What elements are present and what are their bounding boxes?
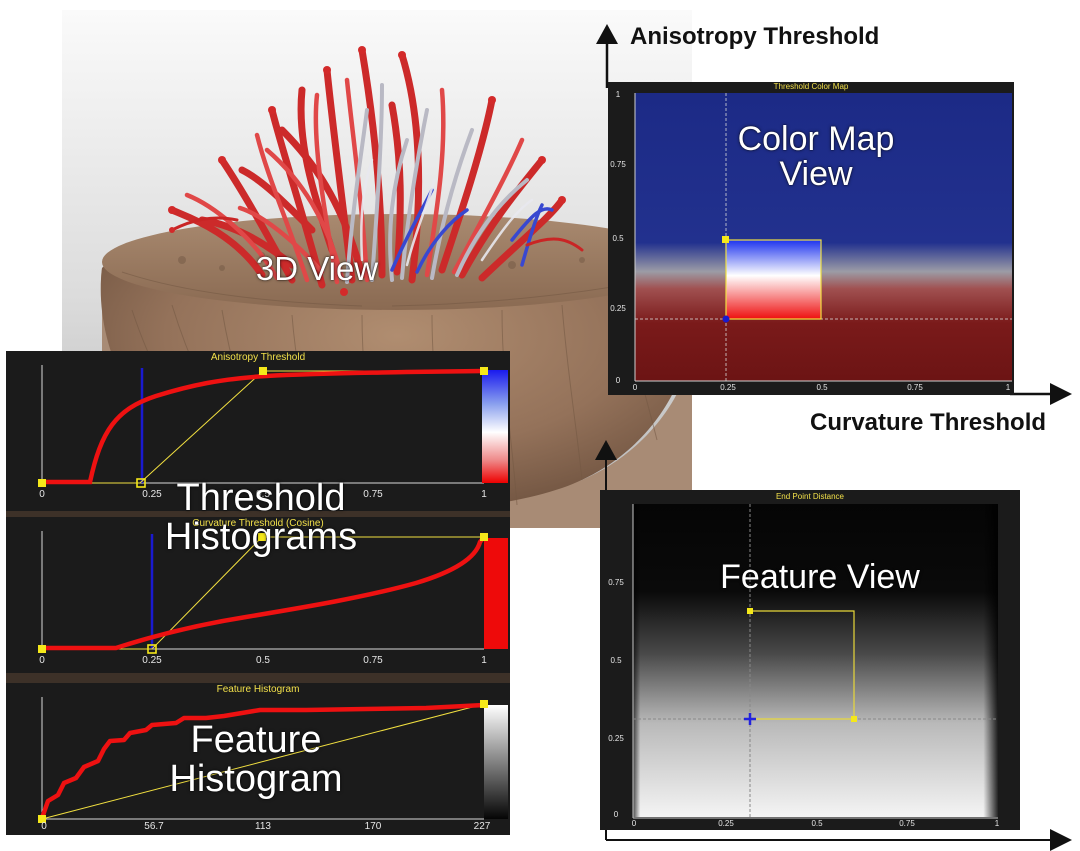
feature-view-canvas[interactable] — [600, 490, 1020, 830]
color-map-label-line1: Color Map — [737, 120, 895, 158]
cm-ytick-025: 0.25 — [610, 304, 626, 313]
cm-xtick-1: 1 — [1005, 383, 1011, 392]
ch-xtick-0: 0 — [39, 655, 45, 666]
fv-ytick-025: 0.25 — [608, 734, 624, 743]
anisotropy-handle-right[interactable] — [480, 367, 488, 375]
color-map-handle-top[interactable] — [722, 236, 729, 243]
fv-ytick-075: 0.75 — [608, 578, 624, 587]
curvature-handle-left[interactable] — [38, 645, 46, 653]
ah-xtick-1: 1 — [481, 489, 487, 500]
threshold-label-line2: Histograms — [164, 515, 358, 558]
anisotropy-handle-left[interactable] — [38, 479, 46, 487]
3d-view-label: 3D View — [255, 250, 379, 287]
fh-xtick-113: 113 — [255, 821, 271, 832]
cm-ytick-05: 0.5 — [612, 234, 624, 243]
fh-xtick-0: 0 — [41, 821, 47, 832]
fv-xtick-025: 0.25 — [718, 819, 734, 828]
right-arrow-icon — [1050, 383, 1072, 405]
fh-xtick-567: 56.7 — [144, 821, 164, 832]
cm-ytick-1: 1 — [615, 90, 621, 99]
histogram-stack: Anisotropy Threshold 0 0.25 0.5 0.75 1 C… — [6, 351, 510, 835]
feature-histogram-label-line1: Feature — [190, 719, 322, 761]
fv-ytick-0: 0 — [613, 810, 619, 819]
cm-xtick-075: 0.75 — [907, 383, 923, 392]
color-map-view-label: Color Map View — [706, 122, 926, 191]
ch-xtick-075: 0.75 — [363, 655, 383, 666]
cm-xtick-0: 0 — [632, 383, 638, 392]
feature-view-label: Feature View — [720, 558, 920, 596]
color-map-label-line2: View — [779, 154, 853, 193]
curvature-handle-right[interactable] — [480, 533, 488, 541]
threshold-label-line1: Threshold — [176, 477, 346, 519]
feature-view-handle-right[interactable] — [851, 716, 857, 722]
ch-xtick-025: 0.25 — [142, 655, 162, 666]
ch-xtick-05: 0.5 — [256, 655, 270, 666]
feature-histogram-label: Feature Histogram — [136, 721, 376, 799]
fv-xtick-05: 0.5 — [811, 819, 823, 828]
threshold-histograms-label: Threshold Histograms — [136, 479, 386, 557]
cm-ytick-0: 0 — [615, 376, 621, 385]
feature-histogram[interactable]: Feature Histogram 0 56.7 113 170 227 Fea… — [6, 683, 510, 835]
ch-xtick-1: 1 — [481, 655, 487, 666]
fh-xtick-227: 227 — [473, 821, 491, 832]
fv-ytick-05: 0.5 — [610, 656, 622, 665]
fv-xtick-075: 0.75 — [899, 819, 915, 828]
feature-handle-right[interactable] — [480, 700, 488, 708]
feature-view-handle-top[interactable] — [747, 608, 753, 614]
cm-ytick-075: 0.75 — [610, 160, 626, 169]
fv-xtick-0: 0 — [631, 819, 637, 828]
feature-histogram-label-line2: Histogram — [169, 757, 343, 800]
fh-xtick-170: 170 — [364, 821, 382, 832]
right-arrow-icon-2 — [1050, 829, 1072, 851]
fv-xtick-1: 1 — [994, 819, 1000, 828]
feature-view[interactable]: End Point Distance 0.75 0.5 0.25 0 0 0.2… — [600, 490, 1020, 830]
color-map-view[interactable]: Threshold Color Map 1 0.75 0.5 0.25 0 0 … — [608, 82, 1014, 395]
anisotropy-axis-label: Anisotropy Threshold — [630, 23, 880, 50]
ah-xtick-0: 0 — [39, 489, 45, 500]
color-map-marker[interactable] — [722, 315, 730, 323]
cm-xtick-025: 0.25 — [720, 383, 736, 392]
curvature-axis-label: Curvature Threshold — [810, 409, 1047, 436]
anisotropy-handle-high[interactable] — [259, 367, 267, 375]
cm-xtick-05: 0.5 — [816, 383, 828, 392]
